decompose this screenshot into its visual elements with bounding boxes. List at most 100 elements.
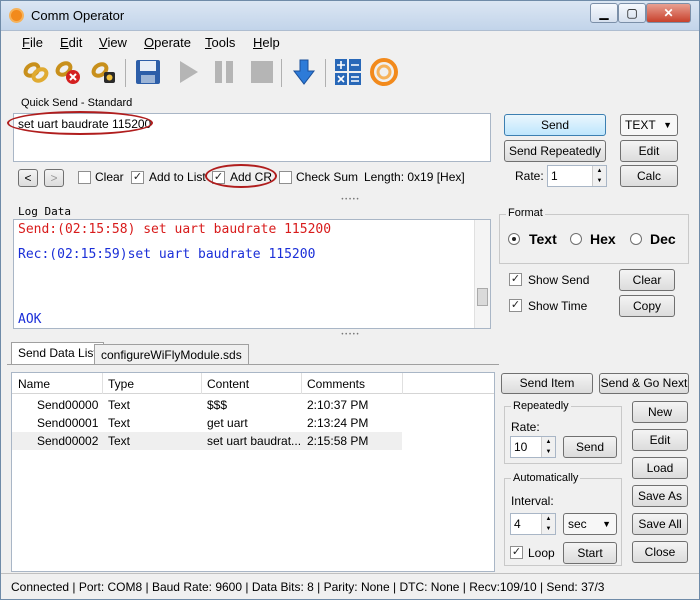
format-hex-radio[interactable] (570, 233, 582, 245)
splitter-handle[interactable]: • • • • • (1, 332, 699, 338)
log-clear-button[interactable]: Clear (619, 269, 675, 291)
show-send-checkbox[interactable]: ✓ (509, 273, 522, 286)
cell-comments: 2:13:24 PM (307, 416, 369, 430)
table-header: Name Type Content Comments (12, 373, 494, 394)
show-time-label: Show Time (528, 299, 588, 313)
log-output[interactable]: Send:(02:15:58) set uart baudrate 115200… (13, 219, 491, 329)
load-button[interactable]: Load (632, 457, 688, 479)
log-line: AOK (18, 312, 42, 327)
column-header-comments[interactable]: Comments (307, 377, 365, 391)
log-line: Send:(02:15:58) set uart baudrate 115200 (18, 222, 332, 237)
log-copy-button[interactable]: Copy (619, 295, 675, 317)
interval-unit-select[interactable]: sec ▼ (563, 513, 617, 535)
save-as-button[interactable]: Save As (632, 485, 688, 507)
loop-label: Loop (528, 546, 555, 560)
format-hex-label: Hex (590, 231, 616, 247)
interval-input[interactable]: 4 ▲ ▼ (510, 513, 556, 535)
splitter-handle[interactable]: • • • • • (1, 197, 699, 203)
rate-spinner[interactable]: ▲ ▼ (592, 166, 606, 186)
send-go-next-button[interactable]: Send & Go Next (599, 373, 689, 394)
log-data-title: Log Data (18, 205, 71, 218)
menu-operate[interactable]: Operate (144, 35, 191, 50)
cell-name: Send00002 (37, 434, 99, 448)
show-time-checkbox[interactable]: ✓ (509, 299, 522, 312)
save-icon[interactable] (133, 57, 163, 87)
play-icon[interactable] (173, 57, 203, 87)
length-readout: Length: 0x19 [Hex] (364, 170, 465, 184)
menu-view[interactable]: View (99, 35, 127, 50)
stop-icon[interactable] (247, 57, 277, 87)
next-button[interactable]: > (44, 169, 64, 187)
column-separator (201, 373, 202, 394)
interval-label: Interval: (511, 494, 554, 508)
cell-content: $$$ (207, 398, 228, 412)
tab-configure-wifly-module[interactable]: configureWiFlyModule.sds (94, 344, 249, 364)
toolbar-separator (325, 59, 326, 87)
cell-comments: 2:10:37 PM (307, 398, 369, 412)
new-button[interactable]: New (632, 401, 688, 423)
column-header-content[interactable]: Content (207, 377, 249, 391)
log-scrollbar[interactable] (474, 220, 490, 328)
cell-name: Send00000 (37, 398, 99, 412)
menu-tools[interactable]: Tools (205, 35, 235, 50)
table-row[interactable]: Send00000 Text $$$ 2:10:37 PM (12, 396, 494, 414)
table-row[interactable]: Send00001 Text get uart 2:13:24 PM (12, 414, 494, 432)
add-to-list-label: Add to List (149, 170, 206, 184)
format-title: Format (506, 207, 545, 219)
menu-bar: File Edit View Operate Tools Help (1, 31, 699, 53)
pause-icon[interactable] (209, 57, 239, 87)
quick-send-title: Quick Send - Standard (19, 97, 135, 109)
clear-checkbox[interactable] (78, 171, 91, 184)
calc-button[interactable]: Calc (620, 165, 678, 187)
mode-select[interactable]: TEXT ▼ (620, 114, 678, 136)
download-icon[interactable] (289, 57, 319, 87)
calculator-icon[interactable] (333, 57, 363, 87)
start-button[interactable]: Start (563, 542, 617, 564)
title-bar: Comm Operator ▁ ▢ ✕ (1, 1, 699, 31)
list-rate-spinner[interactable]: ▲ ▼ (541, 437, 555, 457)
interval-spinner[interactable]: ▲ ▼ (541, 514, 555, 534)
cell-type: Text (108, 434, 131, 448)
close-button[interactable]: ✕ (646, 3, 691, 23)
menu-file[interactable]: File (22, 35, 43, 50)
maximize-button[interactable]: ▢ (618, 3, 646, 23)
menu-help[interactable]: Help (253, 35, 280, 50)
format-dec-radio[interactable] (630, 233, 642, 245)
add-to-list-checkbox[interactable]: ✓ (131, 171, 144, 184)
send-repeatedly-button[interactable]: Send Repeatedly (504, 140, 606, 162)
chevron-down-icon: ▼ (602, 519, 611, 529)
port-settings-icon[interactable] (89, 57, 119, 87)
column-header-type[interactable]: Type (108, 377, 134, 391)
disconnect-icon[interactable] (53, 57, 83, 87)
cell-comments: 2:15:58 PM (307, 434, 369, 448)
format-dec-label: Dec (650, 231, 676, 247)
save-all-button[interactable]: Save All (632, 513, 688, 535)
tab-send-data-list[interactable]: Send Data List (11, 342, 104, 365)
edit-button[interactable]: Edit (620, 140, 678, 162)
loop-checkbox[interactable]: ✓ (510, 546, 523, 559)
show-send-label: Show Send (528, 273, 590, 287)
check-sum-checkbox[interactable] (279, 171, 292, 184)
column-header-name[interactable]: Name (18, 377, 50, 391)
check-sum-label: Check Sum (296, 170, 359, 184)
toolbar-separator (125, 59, 126, 87)
cell-type: Text (108, 416, 131, 430)
menu-edit[interactable]: Edit (60, 35, 82, 50)
format-text-radio[interactable] (508, 233, 520, 245)
close-list-button[interactable]: Close (632, 541, 688, 563)
toolbar (13, 54, 693, 92)
minimize-button[interactable]: ▁ (590, 3, 618, 23)
previous-button[interactable]: < (18, 169, 38, 187)
send-button[interactable]: Send (504, 114, 606, 136)
cell-name: Send00001 (37, 416, 99, 430)
send-item-button[interactable]: Send Item (501, 373, 593, 394)
list-edit-button[interactable]: Edit (632, 429, 688, 451)
list-rate-input[interactable]: 10 ▲ ▼ (510, 436, 556, 458)
table-row[interactable]: Send00002 Text set uart baudrat... 2:15:… (12, 432, 402, 450)
scrollbar-thumb[interactable] (477, 288, 488, 306)
comm-operator-logo-icon[interactable] (369, 57, 399, 87)
rate-input[interactable]: 1 ▲ ▼ (547, 165, 607, 187)
highlight-annotation (205, 164, 277, 188)
connect-icon[interactable] (21, 57, 51, 87)
list-send-button[interactable]: Send (563, 436, 617, 458)
